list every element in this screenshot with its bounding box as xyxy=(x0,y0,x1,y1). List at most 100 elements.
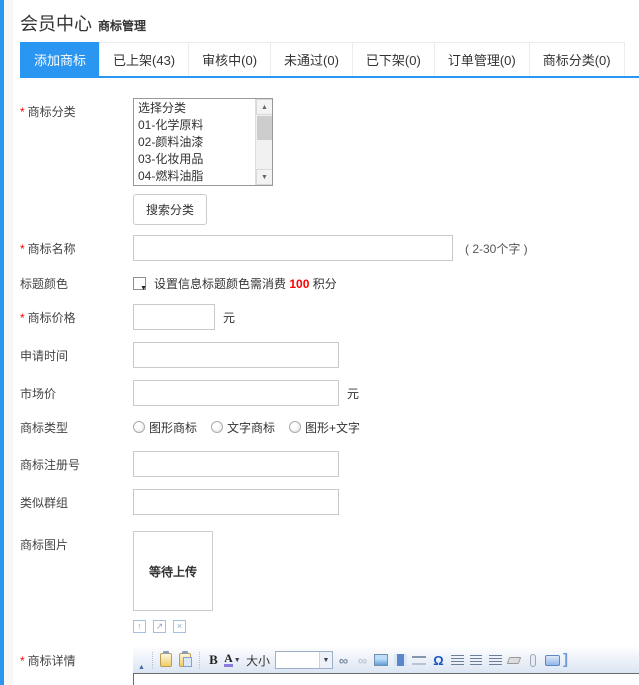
reg-no-input[interactable] xyxy=(133,451,339,477)
reg-no-label: 商标注册号 xyxy=(20,455,133,473)
name-label: *商标名称 xyxy=(20,239,133,257)
type-label: 商标类型 xyxy=(20,418,133,436)
align-left-icon[interactable] xyxy=(449,651,466,669)
page-title: 会员中心 xyxy=(20,14,92,34)
upload-icon[interactable]: ↑ xyxy=(133,620,146,633)
delete-icon[interactable]: × xyxy=(173,620,186,633)
horizontal-rule-icon[interactable] xyxy=(411,651,428,669)
price-label: *商标价格 xyxy=(20,308,133,326)
scroll-down-icon[interactable]: ▼ xyxy=(256,169,273,185)
category-label: *商标分类 xyxy=(20,98,133,120)
row-detail: *商标详情 ▲ B A▼ 大小 ▼ ∞ ∞ Ω xyxy=(20,647,639,685)
title-color-checkbox[interactable]: ▼ xyxy=(133,277,146,290)
required-asterisk: * xyxy=(20,105,25,119)
font-size-label: 大小 xyxy=(246,652,270,669)
left-gutter xyxy=(4,0,13,685)
similar-group-input[interactable] xyxy=(133,489,339,515)
category-options: 选择分类 01-化学原料 02-颜料油漆 03-化妆用品 04-燃料油脂 05- xyxy=(134,100,255,186)
insert-image-icon[interactable] xyxy=(373,651,390,669)
image-upload-area: 等待上传 ↑ ↗ × xyxy=(133,531,213,633)
tab-add-trademark[interactable]: 添加商标 xyxy=(20,42,100,76)
tab-rejected[interactable]: 未通过(0) xyxy=(270,42,353,76)
remove-link-icon[interactable]: ∞ xyxy=(354,651,371,669)
required-asterisk: * xyxy=(20,242,25,256)
radio-text-trademark[interactable]: 文字商标 xyxy=(211,419,275,436)
upload-placeholder: 等待上传 xyxy=(149,563,197,580)
add-trademark-form: *商标分类 选择分类 01-化学原料 02-颜料油漆 03-化妆用品 04-燃料… xyxy=(20,78,639,685)
chevron-down-icon: ▼ xyxy=(319,652,332,668)
editor-toolbar: ▲ B A▼ 大小 ▼ ∞ ∞ Ω xyxy=(133,647,639,674)
search-category-button[interactable]: 搜索分类 xyxy=(133,194,207,225)
category-listbox[interactable]: 选择分类 01-化学原料 02-颜料油漆 03-化妆用品 04-燃料油脂 05-… xyxy=(133,98,273,186)
image-upload-box[interactable]: 等待上传 xyxy=(133,531,213,611)
category-option[interactable]: 选择分类 xyxy=(134,100,255,117)
row-price: *商标价格 元 xyxy=(20,304,639,330)
preview-icon[interactable]: ↗ xyxy=(153,620,166,633)
editor-content-area[interactable] xyxy=(133,674,639,685)
radio-icon xyxy=(211,421,223,433)
category-option[interactable]: 03-化妆用品 xyxy=(134,151,255,168)
paste-from-word-icon[interactable] xyxy=(177,651,194,669)
title-color-note: 设置信息标题颜色需消费 100 积分 xyxy=(154,275,337,292)
points-cost: 100 xyxy=(289,277,309,291)
market-price-unit: 元 xyxy=(347,385,359,402)
insert-media-icon[interactable] xyxy=(392,651,409,669)
similar-group-label: 类似群组 xyxy=(20,493,133,511)
chevron-down-icon: ▼ xyxy=(234,657,241,664)
scroll-up-icon[interactable]: ▲ xyxy=(256,99,273,115)
market-price-label: 市场价 xyxy=(20,384,133,402)
upload-actions: ↑ ↗ × xyxy=(133,620,213,633)
row-type: 商标类型 图形商标 文字商标 图形+文字 xyxy=(20,418,639,436)
remove-format-icon[interactable] xyxy=(506,651,523,669)
row-image: 商标图片 等待上传 ↑ ↗ × xyxy=(20,531,639,633)
color-picker-arrow-icon: ▼ xyxy=(140,285,147,292)
apply-time-input[interactable] xyxy=(133,342,339,368)
radio-icon xyxy=(289,421,301,433)
radio-graphic-text-trademark[interactable]: 图形+文字 xyxy=(289,419,360,436)
tab-off-shelf[interactable]: 已下架(0) xyxy=(352,42,435,76)
name-hint: ( 2-30个字 ) xyxy=(465,240,528,257)
tab-under-review[interactable]: 审核中(0) xyxy=(188,42,271,76)
listbox-scrollbar[interactable]: ▲ ▼ xyxy=(255,99,272,185)
row-name: *商标名称 ( 2-30个字 ) xyxy=(20,235,639,261)
scrollbar-thumb[interactable] xyxy=(257,116,272,140)
image-label: 商标图片 xyxy=(20,531,133,553)
tab-on-shelf[interactable]: 已上架(43) xyxy=(99,42,189,76)
insert-link-icon[interactable]: ∞ xyxy=(335,651,352,669)
row-category: *商标分类 选择分类 01-化学原料 02-颜料油漆 03-化妆用品 04-燃料… xyxy=(20,98,639,225)
price-unit: 元 xyxy=(223,309,235,326)
type-radio-group: 图形商标 文字商标 图形+文字 xyxy=(133,419,360,436)
attachment-icon[interactable] xyxy=(525,651,542,669)
row-title-color: 标题颜色 ▼ 设置信息标题颜色需消费 100 积分 xyxy=(20,274,639,292)
rich-text-editor: ▲ B A▼ 大小 ▼ ∞ ∞ Ω xyxy=(133,647,639,685)
price-input[interactable] xyxy=(133,304,215,330)
font-color-button[interactable]: A▼ xyxy=(224,651,241,669)
tab-order-management[interactable]: 订单管理(0) xyxy=(434,42,530,76)
radio-icon xyxy=(133,421,145,433)
apply-time-label: 申请时间 xyxy=(20,346,133,364)
paste-icon[interactable] xyxy=(158,651,175,669)
page-header: 会员中心商标管理 xyxy=(20,0,639,42)
trademark-name-input[interactable] xyxy=(133,235,453,261)
category-option[interactable]: 05- xyxy=(134,185,255,186)
row-market-price: 市场价 元 xyxy=(20,380,639,406)
font-size-select[interactable]: ▼ xyxy=(275,651,333,669)
category-option[interactable]: 04-燃料油脂 xyxy=(134,168,255,185)
row-reg-no: 商标注册号 xyxy=(20,451,639,477)
align-right-icon[interactable] xyxy=(487,651,504,669)
collapse-toolbar-icon[interactable]: ▲ xyxy=(136,664,147,673)
page-subtitle: 商标管理 xyxy=(98,19,146,33)
source-view-icon[interactable] xyxy=(544,651,561,669)
toolbar-separator xyxy=(152,652,153,669)
row-apply-time: 申请时间 xyxy=(20,342,639,368)
special-character-icon[interactable]: Ω xyxy=(430,651,447,669)
category-option[interactable]: 01-化学原料 xyxy=(134,117,255,134)
align-center-icon[interactable] xyxy=(468,651,485,669)
category-option[interactable]: 02-颜料油漆 xyxy=(134,134,255,151)
market-price-input[interactable] xyxy=(133,380,339,406)
row-similar-group: 类似群组 xyxy=(20,489,639,515)
detail-label: *商标详情 xyxy=(20,647,133,669)
radio-graphic-trademark[interactable]: 图形商标 xyxy=(133,419,197,436)
bold-button[interactable]: B xyxy=(205,651,222,669)
tab-trademark-category[interactable]: 商标分类(0) xyxy=(529,42,625,76)
